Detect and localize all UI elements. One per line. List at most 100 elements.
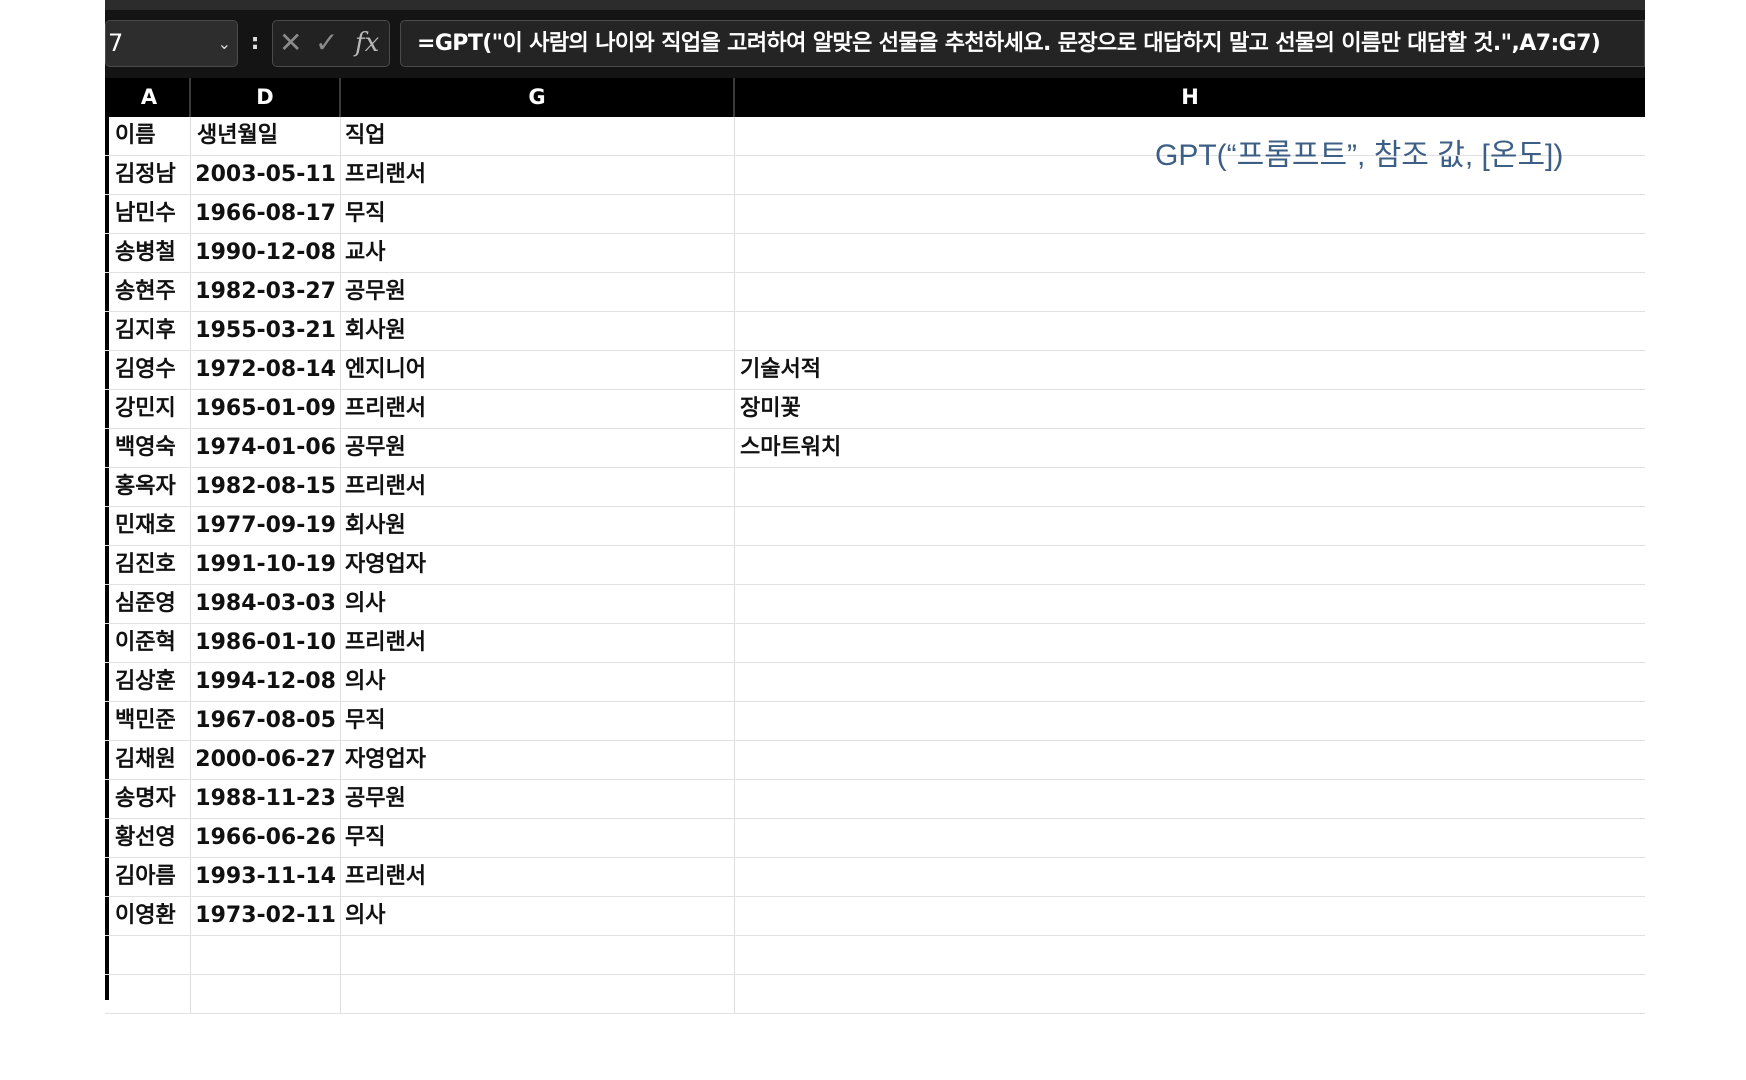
cell-gift[interactable] [735,195,1645,233]
cell-job[interactable]: 의사 [341,585,735,623]
cell-name[interactable]: 심준영 [109,585,191,623]
cell-birthdate[interactable]: 1982-08-15 [191,468,341,506]
cell-birthdate[interactable]: 1973-02-11 [191,897,341,935]
cell-job[interactable]: 회사원 [341,312,735,350]
cell-name[interactable]: 김진호 [109,546,191,584]
cell-birthdate[interactable]: 1988-11-23 [191,780,341,818]
chevron-down-icon[interactable]: ⌄ [218,21,231,66]
cell-job[interactable]: 의사 [341,663,735,701]
cell-empty[interactable] [735,936,1645,974]
cell-birthdate[interactable]: 1974-01-06 [191,429,341,467]
cell-job[interactable]: 무직 [341,195,735,233]
cell-name[interactable]: 김아름 [109,858,191,896]
cell-job[interactable]: 교사 [341,234,735,272]
cell-gift[interactable] [735,312,1645,350]
cell-job[interactable]: 공무원 [341,780,735,818]
cancel-icon[interactable]: ✕ [279,25,302,61]
cell-name[interactable]: 김영수 [109,351,191,389]
cell-gift[interactable] [735,663,1645,701]
cell-gift[interactable] [735,741,1645,779]
cell-job[interactable]: 공무원 [341,273,735,311]
cell-birthdate[interactable]: 1967-08-05 [191,702,341,740]
cell-job[interactable]: 자영업자 [341,546,735,584]
cell-name[interactable]: 홍옥자 [109,468,191,506]
cell-birthdate[interactable]: 1965-01-09 [191,390,341,428]
cell-empty[interactable] [341,975,735,1013]
cell-gift[interactable] [735,507,1645,545]
cell-name[interactable]: 송병철 [109,234,191,272]
check-icon[interactable]: ✓ [315,25,338,61]
cell-birthdate[interactable]: 1986-01-10 [191,624,341,662]
formula-input[interactable]: =GPT("이 사람의 나이와 직업을 고려하여 알맞은 선물을 추천하세요. … [400,20,1645,67]
cell-name[interactable]: 김채원 [109,741,191,779]
cell-job[interactable]: 프리랜서 [341,390,735,428]
cell-gift[interactable]: 기술서적 [735,351,1645,389]
cell-name[interactable]: 이준혁 [109,624,191,662]
cell-name[interactable]: 김지후 [109,312,191,350]
cell-birthdate[interactable]: 1993-11-14 [191,858,341,896]
cell-gift[interactable]: 장미꽃 [735,390,1645,428]
cell-birthdate[interactable]: 2000-06-27 [191,741,341,779]
cell-gift[interactable] [735,546,1645,584]
cell-birthdate[interactable]: 2003-05-11 [191,156,341,194]
cell-gift[interactable] [735,858,1645,896]
cell-job[interactable]: 무직 [341,702,735,740]
cell-job[interactable]: 회사원 [341,507,735,545]
cell-birthdate[interactable]: 1966-08-17 [191,195,341,233]
cell-job[interactable]: 공무원 [341,429,735,467]
column-header-d[interactable]: D [191,78,341,117]
cell-birthdate[interactable]: 1984-03-03 [191,585,341,623]
cell-birthdate[interactable]: 1955-03-21 [191,312,341,350]
cell-empty[interactable] [109,975,191,1013]
cell-gift[interactable] [735,273,1645,311]
cell-birthdate[interactable]: 1966-06-26 [191,819,341,857]
cell-gift[interactable] [735,624,1645,662]
cell-empty[interactable] [191,936,341,974]
column-header-h[interactable]: H [735,78,1645,117]
cell-name[interactable]: 이영환 [109,897,191,935]
header-cell-name[interactable]: 이름 [109,117,191,155]
cell-birthdate[interactable]: 1994-12-08 [191,663,341,701]
cell-gift[interactable] [735,585,1645,623]
cell-name[interactable]: 백영숙 [109,429,191,467]
cell-name[interactable]: 황선영 [109,819,191,857]
cell-name[interactable]: 송현주 [109,273,191,311]
cell-name[interactable]: 백민준 [109,702,191,740]
column-header-g[interactable]: G [341,78,735,117]
cell-birthdate[interactable]: 1972-08-14 [191,351,341,389]
insert-function-icon[interactable]: fx [355,25,379,61]
cell-job[interactable]: 의사 [341,897,735,935]
more-options-icon[interactable]: : [248,25,262,65]
cell-gift[interactable] [735,897,1645,935]
name-box[interactable]: 7 ⌄ [105,20,238,67]
cell-gift[interactable] [735,468,1645,506]
header-cell-birthdate[interactable]: 생년월일 [191,117,341,155]
cell-name[interactable]: 민재호 [109,507,191,545]
cell-birthdate[interactable]: 1990-12-08 [191,234,341,272]
cell-gift[interactable]: 스마트워치 [735,429,1645,467]
cell-name[interactable]: 강민지 [109,390,191,428]
cell-job[interactable]: 무직 [341,819,735,857]
cell-birthdate[interactable]: 1982-03-27 [191,273,341,311]
cell-job[interactable]: 프리랜서 [341,468,735,506]
cell-empty[interactable] [735,975,1645,1013]
cell-gift[interactable] [735,819,1645,857]
cell-empty[interactable] [109,936,191,974]
cell-empty[interactable] [341,936,735,974]
header-cell-job[interactable]: 직업 [341,117,735,155]
cell-job[interactable]: 자영업자 [341,741,735,779]
cell-name[interactable]: 김정남 [109,156,191,194]
cell-job[interactable]: 프리랜서 [341,858,735,896]
cell-gift[interactable] [735,702,1645,740]
cell-birthdate[interactable]: 1991-10-19 [191,546,341,584]
cell-name[interactable]: 송명자 [109,780,191,818]
cell-job[interactable]: 프리랜서 [341,624,735,662]
cell-gift[interactable] [735,780,1645,818]
cell-gift[interactable] [735,234,1645,272]
cell-name[interactable]: 김상훈 [109,663,191,701]
cell-birthdate[interactable]: 1977-09-19 [191,507,341,545]
column-header-a[interactable]: A [109,78,191,117]
cell-name[interactable]: 남민수 [109,195,191,233]
cell-job[interactable]: 엔지니어 [341,351,735,389]
cell-job[interactable]: 프리랜서 [341,156,735,194]
